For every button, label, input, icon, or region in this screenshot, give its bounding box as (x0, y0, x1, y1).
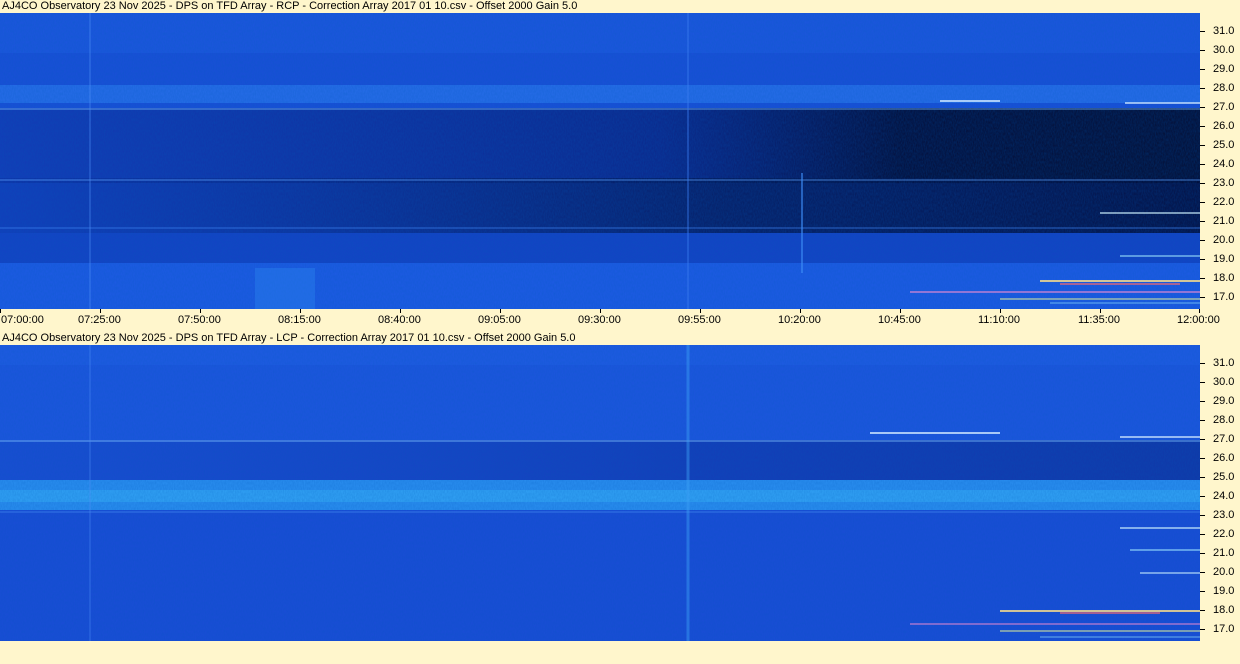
time-tick (400, 309, 401, 313)
rcp-ytick (1200, 126, 1205, 127)
lcp-ylabel: 30.0 (1213, 376, 1235, 388)
lcp-ylabel: 26.0 (1213, 452, 1235, 464)
lcp-spectrogram (0, 345, 1200, 641)
time-label: 08:40:00 (378, 314, 421, 326)
time-tick (500, 309, 501, 313)
rcp-ytick (1200, 202, 1205, 203)
lcp-ytick (1200, 382, 1205, 383)
rcp-ytick (1200, 297, 1205, 298)
lcp-ytick (1200, 363, 1205, 364)
time-label: 09:05:00 (478, 314, 521, 326)
rcp-spectrogram-image (0, 13, 1200, 309)
rcp-ylabel: 24.0 (1213, 158, 1235, 170)
time-label: 11:35:00 (1078, 314, 1121, 326)
time-tick (1100, 309, 1101, 313)
rcp-ylabel: 26.0 (1213, 120, 1235, 132)
rcp-ylabel: 27.0 (1213, 101, 1235, 113)
time-tick (800, 309, 801, 313)
rcp-ylabel: 18.0 (1213, 272, 1235, 284)
lcp-ytick (1200, 439, 1205, 440)
lcp-ytick (1200, 610, 1205, 611)
rcp-ytick (1200, 107, 1205, 108)
time-label: 09:55:00 (678, 314, 721, 326)
time-tick (900, 309, 901, 313)
lcp-ylabel: 22.0 (1213, 528, 1235, 540)
lcp-ytick (1200, 515, 1205, 516)
lcp-ytick (1200, 496, 1205, 497)
rcp-ytick (1200, 69, 1205, 70)
lcp-ylabel: 29.0 (1213, 395, 1235, 407)
time-tick (100, 309, 101, 313)
rcp-ylabel: 30.0 (1213, 44, 1235, 56)
rcp-ytick (1200, 50, 1205, 51)
lcp-ytick (1200, 401, 1205, 402)
rcp-ytick (1200, 88, 1205, 89)
rcp-ylabel: 29.0 (1213, 63, 1235, 75)
rcp-ytick (1200, 240, 1205, 241)
time-tick (1199, 309, 1200, 313)
rcp-ytick (1200, 259, 1205, 260)
lcp-ylabel: 18.0 (1213, 604, 1235, 616)
time-tick (700, 309, 701, 313)
lcp-ytick (1200, 420, 1205, 421)
lcp-spectrogram-image (0, 345, 1200, 641)
rcp-ylabel: 28.0 (1213, 82, 1235, 94)
time-label: 10:45:00 (878, 314, 921, 326)
lcp-ylabel: 20.0 (1213, 566, 1235, 578)
rcp-ylabel: 31.0 (1213, 25, 1235, 37)
time-axis: 07:00:00 07:25:00 07:50:00 08:15:00 08:4… (0, 309, 1240, 328)
lcp-ylabel: 17.0 (1213, 623, 1235, 635)
lcp-ytick (1200, 553, 1205, 554)
rcp-spectrogram (0, 13, 1200, 309)
lcp-ylabel: 25.0 (1213, 471, 1235, 483)
rcp-ylabel: 20.0 (1213, 234, 1235, 246)
lcp-ylabel: 31.0 (1213, 357, 1235, 369)
lcp-ytick (1200, 458, 1205, 459)
lcp-ylabel: 19.0 (1213, 585, 1235, 597)
lcp-ylabel: 23.0 (1213, 509, 1235, 521)
bottom-margin (0, 642, 1240, 664)
rcp-ylabel: 21.0 (1213, 215, 1235, 227)
rcp-title: AJ4CO Observatory 23 Nov 2025 - DPS on T… (2, 0, 578, 12)
rcp-ytick (1200, 221, 1205, 222)
rcp-ytick (1200, 183, 1205, 184)
time-label: 09:30:00 (578, 314, 621, 326)
lcp-ytick (1200, 534, 1205, 535)
rcp-ytick (1200, 31, 1205, 32)
lcp-ylabel: 24.0 (1213, 490, 1235, 502)
lcp-ytick (1200, 629, 1205, 630)
lcp-ylabel: 21.0 (1213, 547, 1235, 559)
time-tick (600, 309, 601, 313)
lcp-ytick (1200, 477, 1205, 478)
time-label: 08:15:00 (278, 314, 321, 326)
lcp-ylabel: 28.0 (1213, 414, 1235, 426)
lcp-ylabel: 27.0 (1213, 433, 1235, 445)
time-label: 10:20:00 (778, 314, 821, 326)
time-label: 11:10:00 (978, 314, 1021, 326)
lcp-ytick (1200, 572, 1205, 573)
rcp-ylabel: 19.0 (1213, 253, 1235, 265)
time-tick (300, 309, 301, 313)
rcp-ylabel: 17.0 (1213, 291, 1235, 303)
lcp-ytick (1200, 591, 1205, 592)
rcp-ylabel: 23.0 (1213, 177, 1235, 189)
lcp-frequency-axis: 31.0 30.0 29.0 28.0 27.0 26.0 25.0 24.0 … (1200, 345, 1240, 641)
time-tick (0, 309, 1, 313)
rcp-ytick (1200, 145, 1205, 146)
time-label: 07:25:00 (78, 314, 121, 326)
time-label: 07:00:00 (1, 314, 44, 326)
rcp-ylabel: 25.0 (1213, 139, 1235, 151)
rcp-ylabel: 22.0 (1213, 196, 1235, 208)
lcp-title: AJ4CO Observatory 23 Nov 2025 - DPS on T… (2, 332, 576, 344)
time-label: 12:00:00 (1177, 314, 1220, 326)
time-label: 07:50:00 (178, 314, 221, 326)
rcp-ytick (1200, 278, 1205, 279)
time-tick (1000, 309, 1001, 313)
time-tick (200, 309, 201, 313)
rcp-frequency-axis: 31.0 30.0 29.0 28.0 27.0 26.0 25.0 24.0 … (1200, 13, 1240, 309)
rcp-ytick (1200, 164, 1205, 165)
